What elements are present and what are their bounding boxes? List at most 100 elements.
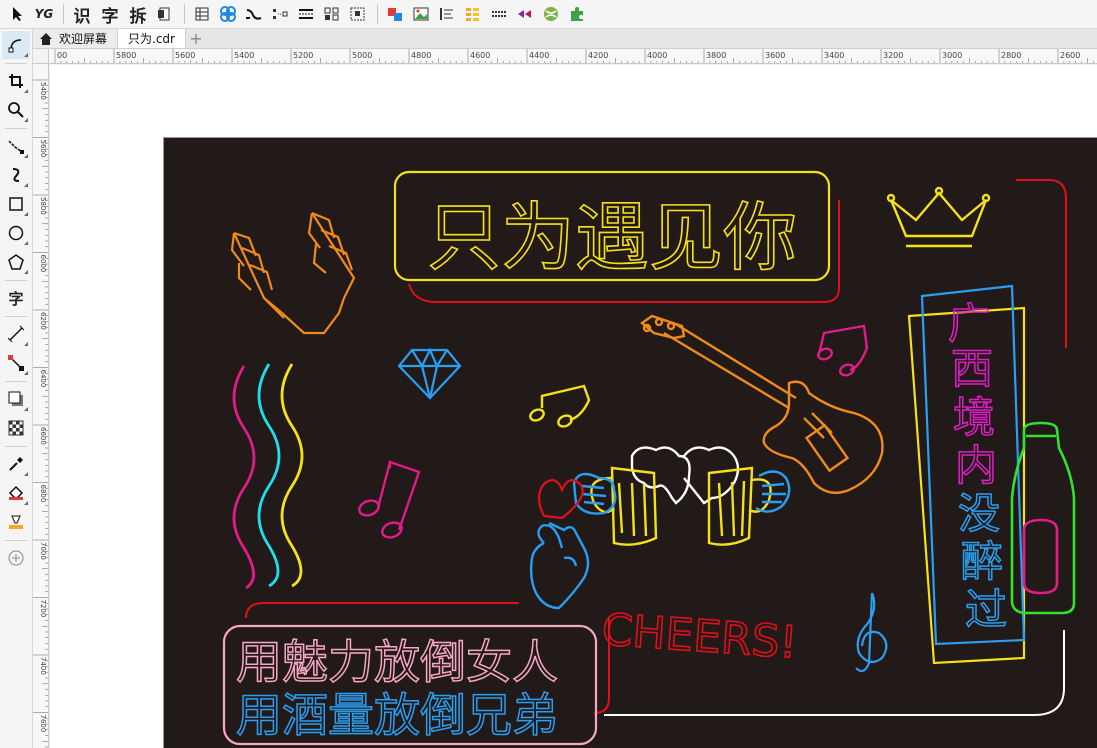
ruler-label: 6800 [39, 485, 47, 503]
ruler-label: 6200 [39, 312, 47, 330]
ruler-label: 5400 [39, 82, 47, 100]
title-text: 只为遇见你 [427, 195, 797, 281]
character-button[interactable]: 字 [97, 2, 123, 27]
document-icon[interactable] [153, 2, 177, 26]
neon-artwork[interactable]: 只为遇见你 广 西 境 内 没 醉 过 CHEERS! 用魅力放倒女人 用酒量放… [164, 138, 1097, 748]
toolbox-separator [5, 316, 27, 317]
zoom-tool[interactable] [2, 96, 30, 124]
slogan-line-1: 用魅力放倒女人 [236, 635, 558, 689]
shape-edit-tool[interactable] [2, 31, 30, 59]
puzzle-icon[interactable] [565, 2, 589, 26]
vertical-sign[interactable]: 广 西 境 内 没 醉 过 [907, 284, 1026, 665]
new-tab-button[interactable]: + [186, 29, 206, 48]
text-tool[interactable]: 字 [2, 284, 30, 312]
vertical-char: 醉 [961, 537, 1003, 586]
flyout-indicator [24, 501, 28, 505]
list-icon[interactable] [461, 2, 485, 26]
select-grid-icon[interactable] [346, 2, 370, 26]
crop-tool[interactable] [2, 67, 30, 95]
flyout-indicator [24, 472, 28, 476]
guitar-icon [640, 314, 884, 494]
connector-tool[interactable] [2, 349, 30, 377]
text-tool-label: 字 [8, 289, 24, 308]
flyout-indicator [24, 270, 28, 274]
toolbox-separator [5, 381, 27, 382]
freehand-tool[interactable] [2, 132, 30, 160]
ruler-label: 6000 [39, 255, 47, 273]
rectangle-tool[interactable] [2, 190, 30, 218]
eyedropper-tool[interactable] [2, 450, 30, 478]
split-button[interactable]: 拆 [125, 2, 151, 27]
music-note-icon [529, 384, 591, 428]
ruler-label: 5200 [293, 51, 313, 60]
image-icon[interactable] [409, 2, 433, 26]
corel-app-window: YG 识 字 拆 字 欢迎屏幕 只为.cdr + 00 5800 5600 54… [0, 0, 1097, 748]
ruler-label: 3200 [883, 51, 903, 60]
recognize-button[interactable]: 识 [69, 2, 95, 27]
slogan-sign[interactable]: 用魅力放倒女人 用酒量放倒兄弟 [222, 602, 610, 746]
interactive-fill-tool[interactable] [2, 479, 30, 507]
ruler-origin[interactable] [33, 49, 49, 64]
flyout-indicator [24, 154, 28, 158]
ruler-label: 3800 [706, 51, 726, 60]
diamond-icon [397, 347, 462, 400]
add-tool-button[interactable] [2, 544, 30, 572]
curve-tool-icon[interactable] [242, 2, 266, 26]
document-page[interactable]: 只为遇见你 广 西 境 内 没 醉 过 CHEERS! 用魅力放倒女人 用酒量放… [164, 138, 1097, 748]
vertical-ruler-ticks: 5400 5600 5800 6000 6200 6400 6600 6800 7000 7200… [33, 79, 48, 748]
ruler-label: 00 [57, 51, 67, 60]
dimension-tool[interactable] [2, 320, 30, 348]
vertical-ruler[interactable]: 5400 5600 5800 6000 6200 6400 6600 6800 7000 7200… [33, 64, 49, 748]
ruler-label: 3600 [765, 51, 785, 60]
crown-icon [886, 186, 991, 248]
smart-fill-tool[interactable] [2, 508, 30, 536]
ruler-label: 4200 [588, 51, 608, 60]
flyout-indicator [24, 118, 28, 122]
tab-welcome-screen[interactable]: 欢迎屏幕 [33, 29, 119, 48]
ruler-label: 5000 [352, 51, 372, 60]
ruler-label: 4600 [470, 51, 490, 60]
cheers-text: CHEERS! [600, 604, 799, 669]
drop-shadow-tool[interactable] [2, 385, 30, 413]
globe-icon[interactable] [539, 2, 563, 26]
ruler-label: 7000 [39, 542, 47, 560]
vertical-char: 境 [953, 393, 995, 442]
flyout-indicator [24, 241, 28, 245]
yg-plugin-icon[interactable]: YG [32, 2, 56, 26]
color-swap-icon[interactable] [383, 2, 407, 26]
music-note-icon [358, 460, 421, 539]
text-align-icon[interactable] [435, 2, 459, 26]
drawing-workspace[interactable]: 只为遇见你 广 西 境 内 没 醉 过 CHEERS! 用魅力放倒女人 用酒量放… [50, 65, 1097, 748]
lines-icon[interactable] [294, 2, 318, 26]
dots-icon[interactable] [487, 2, 511, 26]
treble-clef-icon [855, 592, 888, 673]
polygon-tool[interactable] [2, 248, 30, 276]
toolbar-separator [184, 4, 185, 24]
arrange-icon[interactable] [320, 2, 344, 26]
toolbox-separator [5, 63, 27, 64]
home-icon [40, 32, 52, 45]
wheat-icon [230, 211, 356, 335]
ruler-label: 5600 [39, 140, 47, 158]
ellipse-tool[interactable] [2, 219, 30, 247]
table-icon[interactable] [190, 2, 214, 26]
vertical-char: 内 [955, 441, 997, 490]
vertical-char: 广 [948, 299, 990, 348]
artistic-media-tool[interactable] [2, 161, 30, 189]
tab-document[interactable]: 只为.cdr [118, 29, 186, 48]
vertical-char: 过 [965, 585, 1007, 634]
ruler-label: 5600 [175, 51, 195, 60]
pattern-icon[interactable] [216, 2, 240, 26]
beer-cheers-icon [572, 446, 791, 546]
ruler-label: 5800 [39, 197, 47, 215]
title-sign[interactable]: 只为遇见你 [393, 170, 840, 303]
toolbox-separator [5, 128, 27, 129]
pick-tool-icon[interactable] [6, 2, 30, 26]
transparency-tool[interactable] [2, 414, 30, 442]
flyout-indicator [24, 342, 28, 346]
blend-icon[interactable] [513, 2, 537, 26]
nodes-icon[interactable] [268, 2, 292, 26]
flyout-indicator [24, 371, 28, 375]
ruler-label: 3400 [824, 51, 844, 60]
horizontal-ruler[interactable]: 00 5800 5600 5400 5200 5000 4800 4600 4400 4200 40… [49, 49, 1097, 64]
